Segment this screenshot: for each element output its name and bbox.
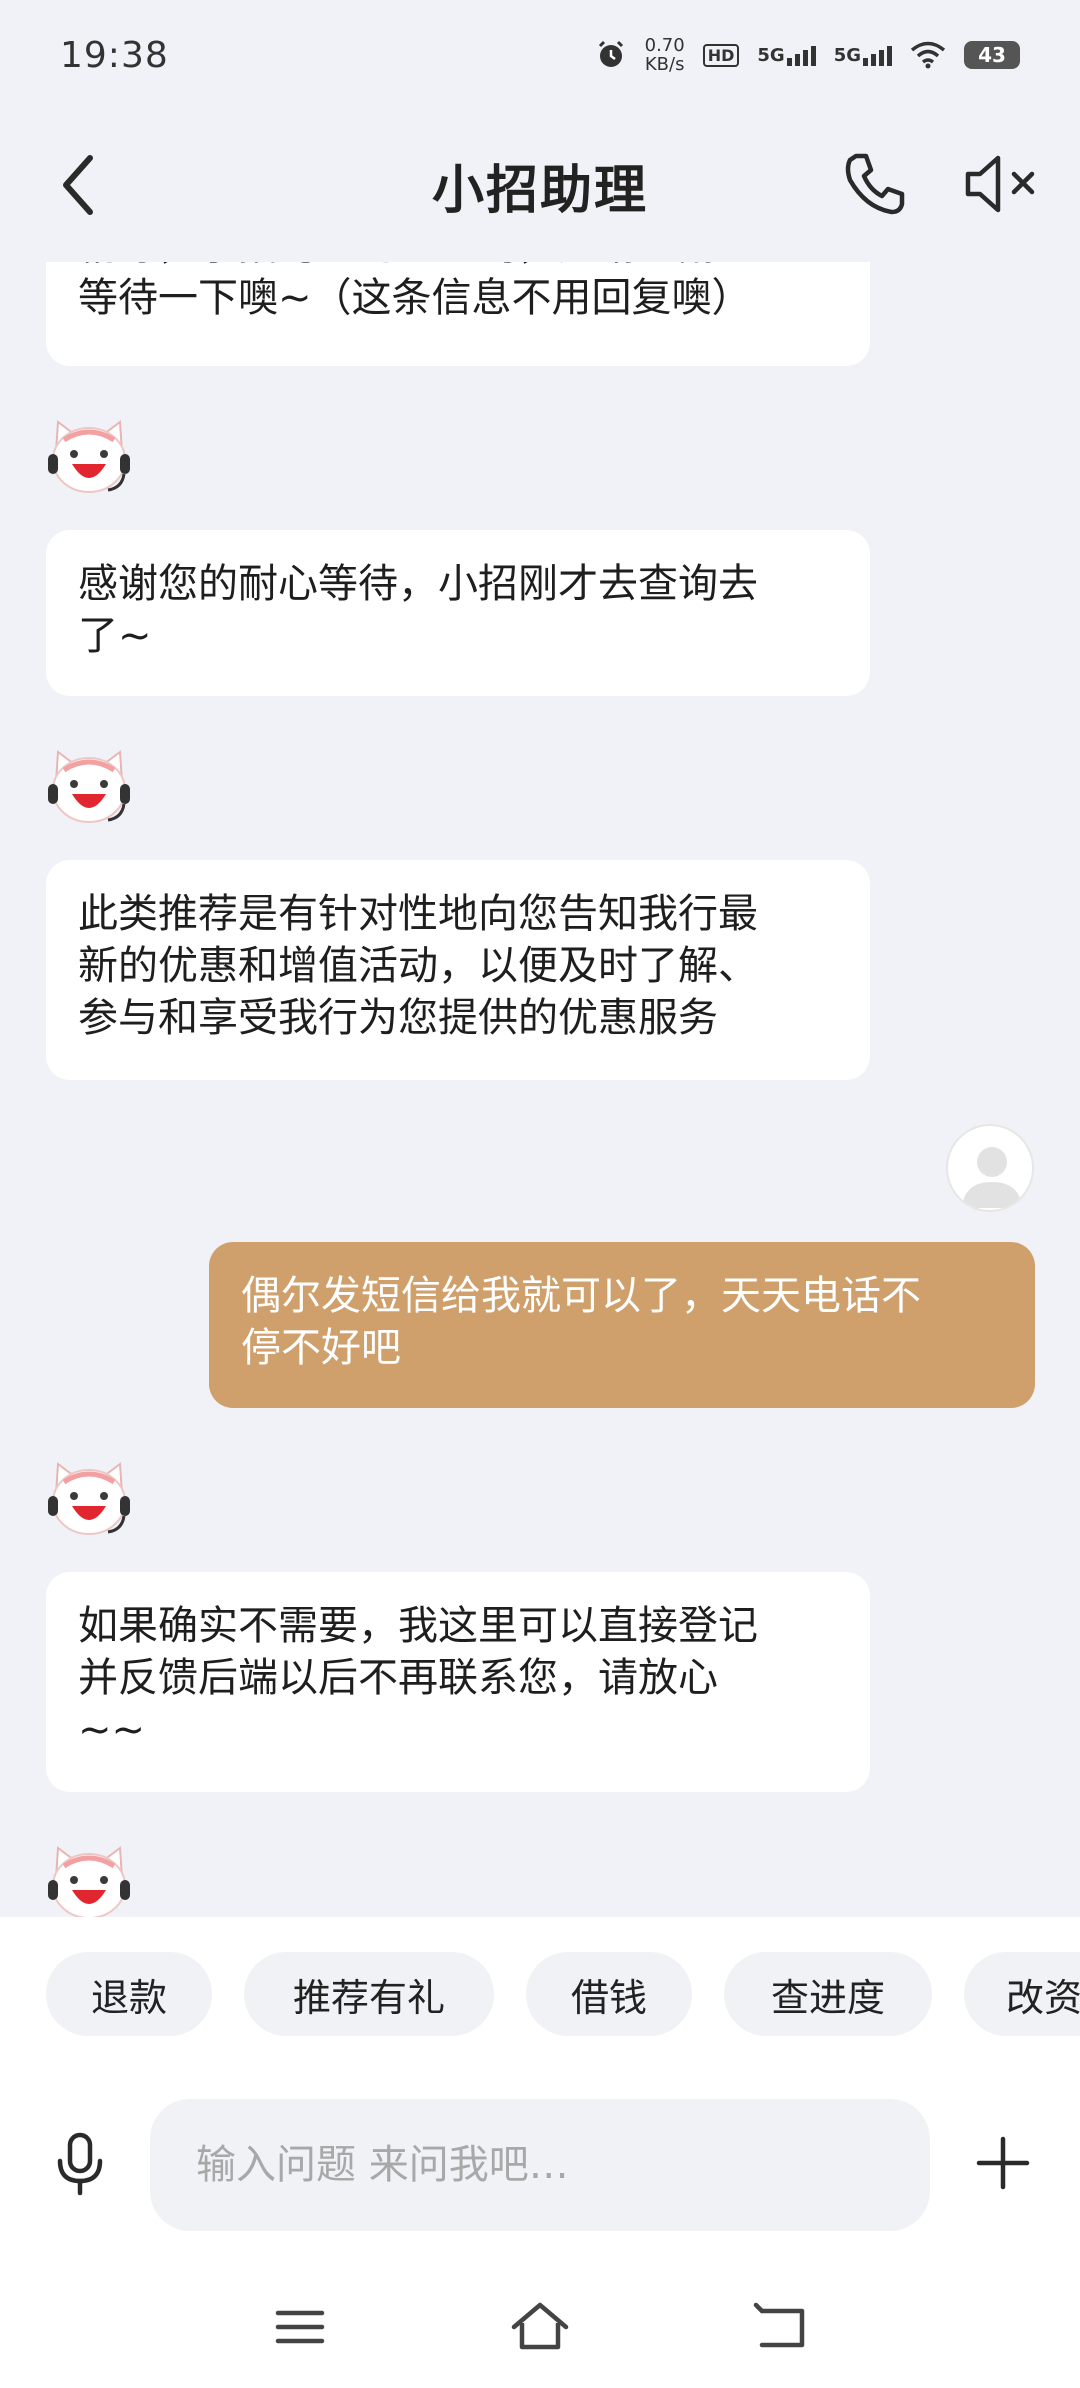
message-line: 停不好吧 bbox=[241, 1325, 401, 1371]
bot-message: 此类推荐是有针对性地向您告知我行最 新的优惠和增值活动，以便及时了解、 参与和享… bbox=[46, 860, 870, 1080]
chat-area[interactable]: 稍等，小招马上为您查询，还请您耐心 等待一下噢~（这条信息不用回复噢） 感谢您的… bbox=[0, 262, 1080, 1917]
quick-reply-chip[interactable]: 退款 bbox=[46, 1952, 212, 2036]
message-line: 新的优惠和增值活动，以便及时了解、 bbox=[78, 943, 758, 989]
bot-avatar-icon bbox=[48, 750, 130, 823]
signal-2: 5G bbox=[834, 45, 892, 66]
bot-avatar-icon bbox=[48, 1462, 130, 1535]
message-line: 等待一下噢~（这条信息不用回复噢） bbox=[78, 275, 752, 321]
message-line: 参与和享受我行为您提供的优惠服务 bbox=[78, 995, 718, 1041]
message-line: 偶尔发短信给我就可以了，天天电话不 bbox=[241, 1273, 921, 1319]
status-bar: 19:38 0.70 KB/s HD 5G 5G 43 bbox=[0, 0, 1080, 110]
user-message: 偶尔发短信给我就可以了，天天电话不 停不好吧 bbox=[209, 1242, 1035, 1408]
user-avatar bbox=[946, 1124, 1034, 1212]
message-line: 稍等，小招马上为您查询，还请您耐心 bbox=[78, 262, 838, 272]
bot-message: 感谢您的耐心等待，小招刚才去查询去 了~ bbox=[46, 530, 870, 696]
quick-reply-chip[interactable]: 借钱 bbox=[526, 1952, 692, 2036]
message-line: 感谢您的耐心等待，小招刚才去查询去 bbox=[78, 561, 758, 607]
message-line: 并反馈后端以后不再联系您，请放心 bbox=[78, 1655, 718, 1701]
phone-icon[interactable] bbox=[840, 150, 908, 218]
clock: 19:38 bbox=[60, 34, 169, 76]
bot-avatar-icon bbox=[48, 1846, 130, 1917]
net-speed: 0.70 KB/s bbox=[645, 36, 685, 74]
bot-message: 如果确实不需要，我这里可以直接登记 并反馈后端以后不再联系您，请放心 ~~ bbox=[46, 1572, 870, 1792]
home-icon[interactable] bbox=[510, 2297, 570, 2357]
back-icon[interactable] bbox=[52, 150, 112, 220]
status-icons: 0.70 KB/s HD 5G 5G 43 bbox=[595, 36, 1020, 74]
quick-reply-chip[interactable]: 推荐有礼 bbox=[244, 1952, 494, 2036]
page-title: 小招助理 bbox=[431, 160, 648, 221]
net-speed-unit: KB/s bbox=[644, 54, 685, 75]
alarm-icon bbox=[598, 40, 623, 67]
bot-avatar-icon bbox=[48, 420, 130, 493]
microphone-icon[interactable] bbox=[52, 2131, 108, 2197]
signal-1-label: 5G bbox=[757, 44, 785, 66]
signal-1: 5G bbox=[757, 44, 816, 66]
system-nav-bar bbox=[0, 2267, 1080, 2388]
chat-header: 小招助理 bbox=[0, 110, 1080, 260]
wifi-icon bbox=[910, 41, 946, 69]
message-line: 此类推荐是有针对性地向您告知我行最 bbox=[78, 891, 758, 937]
message-line: 如果确实不需要，我这里可以直接登记 bbox=[78, 1603, 758, 1649]
back-nav-icon[interactable] bbox=[752, 2297, 812, 2357]
quick-reply-chip[interactable]: 查进度 bbox=[724, 1952, 932, 2036]
mute-icon[interactable] bbox=[962, 150, 1040, 218]
user-silhouette-icon bbox=[962, 1147, 1022, 1208]
plus-icon[interactable] bbox=[975, 2135, 1031, 2191]
menu-icon[interactable] bbox=[270, 2297, 330, 2357]
message-line: ~~ bbox=[78, 1707, 146, 1753]
quick-reply-bar[interactable]: 退款 推荐有礼 借钱 查进度 改资 bbox=[0, 1917, 1080, 2067]
signal-2-label: 5G bbox=[833, 44, 861, 66]
bot-message: 稍等，小招马上为您查询，还请您耐心 等待一下噢~（这条信息不用回复噢） bbox=[46, 262, 870, 366]
question-input[interactable] bbox=[150, 2099, 930, 2231]
quick-reply-chip[interactable]: 改资 bbox=[964, 1952, 1080, 2036]
message-line: 了~ bbox=[78, 613, 152, 659]
battery-icon: 43 bbox=[964, 41, 1020, 69]
hd-icon: HD bbox=[702, 43, 740, 67]
signal-bars-icon bbox=[786, 45, 816, 66]
input-bar bbox=[0, 2067, 1080, 2267]
signal-bars-icon bbox=[863, 45, 892, 66]
net-speed-value: 0.70 bbox=[644, 35, 685, 56]
